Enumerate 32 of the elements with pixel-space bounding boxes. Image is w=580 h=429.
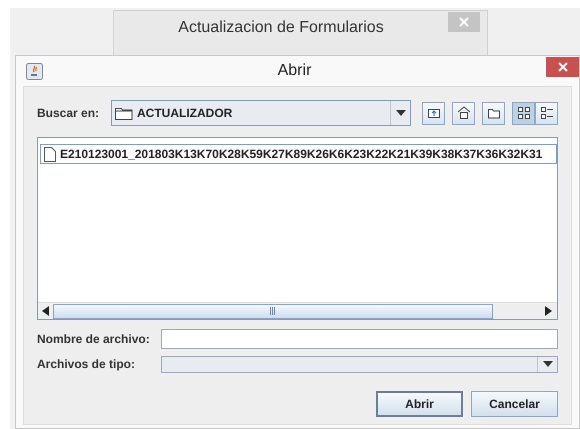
house-icon xyxy=(456,105,472,121)
folder-icon xyxy=(115,106,133,120)
scrollbar-thumb[interactable] xyxy=(53,304,493,318)
dialog-button[interactable]: Cancelar xyxy=(471,391,558,417)
close-icon xyxy=(459,17,469,27)
toolbar-button[interactable] xyxy=(482,102,505,124)
look-in-value: ACTUALIZADOR xyxy=(137,105,234,122)
scroll-right-icon[interactable] xyxy=(545,306,552,316)
details-view-icon xyxy=(538,105,554,121)
grip-icon xyxy=(270,307,276,315)
close-button[interactable] xyxy=(546,56,579,76)
window-title: Actualizacion de Formularios xyxy=(177,18,385,38)
toolbar-button[interactable] xyxy=(512,102,535,124)
list-view-icon xyxy=(516,105,532,121)
toolbar-button[interactable] xyxy=(535,102,558,124)
file-type-label: Archivos de tipo: xyxy=(37,356,136,373)
caret-icon xyxy=(396,110,406,116)
dialog-button[interactable]: Abrir xyxy=(376,391,463,417)
file-name-label: Nombre de archivo: xyxy=(37,331,151,348)
file-name-field[interactable] xyxy=(160,329,558,349)
toolbar-button[interactable] xyxy=(452,102,475,124)
close-icon xyxy=(558,62,568,72)
caret-icon xyxy=(542,361,552,367)
coffee-cup-icon xyxy=(26,62,43,80)
toolbar-button[interactable] xyxy=(422,102,445,124)
file-item[interactable]: E210123001_201803K13K70K28K59K27K89K26K6K23K22K21K39K38K37K36K32K31 xyxy=(40,144,557,164)
scroll-left-icon[interactable] xyxy=(42,306,49,316)
look-in-dropdown[interactable]: ACTUALIZADOR xyxy=(111,100,411,126)
document-icon xyxy=(44,146,56,162)
horizontal-scrollbar[interactable] xyxy=(38,302,557,319)
look-in-label: Buscar en: xyxy=(37,105,100,122)
dialog-title: Abrir xyxy=(276,61,312,81)
